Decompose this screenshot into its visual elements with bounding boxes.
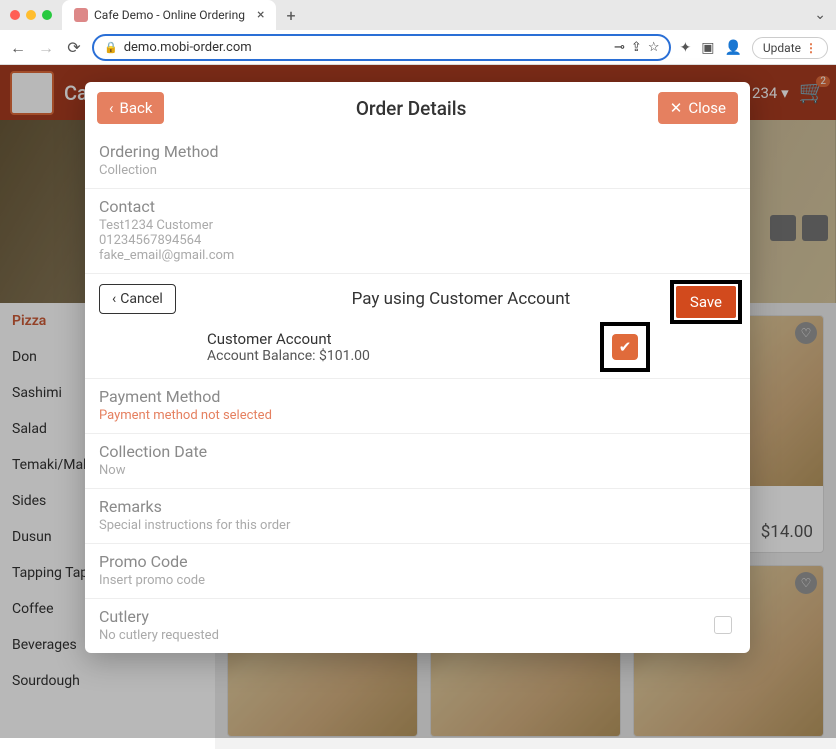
check-icon: ✔	[619, 338, 632, 356]
key-icon[interactable]: ⊸	[614, 40, 625, 55]
section-value: Special instructions for this order	[99, 518, 736, 533]
account-selected-checkbox[interactable]: ✔	[612, 334, 638, 360]
ordering-method-section[interactable]: Ordering Method Collection	[85, 134, 750, 189]
browser-tab[interactable]: Cafe Demo - Online Ordering ×	[62, 0, 276, 30]
cutlery-section[interactable]: Cutlery No cutlery requested	[85, 599, 750, 653]
share-icon[interactable]: ⇪	[631, 40, 642, 55]
favicon-icon	[74, 8, 88, 22]
tab-title: Cafe Demo - Online Ordering	[94, 8, 245, 22]
close-window-icon[interactable]	[10, 10, 20, 20]
chevron-left-icon: ‹	[112, 291, 116, 307]
save-button[interactable]: Save	[676, 286, 736, 318]
tabs-dropdown-icon[interactable]: ⌄	[804, 7, 836, 23]
panel-icon[interactable]: ▣	[701, 40, 714, 56]
promo-code-section[interactable]: Promo Code Insert promo code	[85, 544, 750, 599]
menu-dots-icon: ⋮	[805, 41, 817, 55]
section-value: Now	[99, 463, 736, 478]
section-value: Payment method not selected	[99, 408, 736, 423]
lock-icon: 🔒	[104, 41, 118, 54]
section-heading: Ordering Method	[99, 142, 736, 161]
update-button[interactable]: Update ⋮	[752, 37, 828, 59]
close-tab-icon[interactable]: ×	[257, 7, 264, 23]
remarks-section[interactable]: Remarks Special instructions for this or…	[85, 489, 750, 544]
modal-title: Order Details	[164, 97, 657, 120]
new-tab-button[interactable]: +	[276, 6, 305, 25]
window-controls	[0, 10, 62, 20]
section-heading: Promo Code	[99, 552, 736, 571]
section-heading: Collection Date	[99, 442, 736, 461]
highlight-annotation: ✔	[600, 322, 650, 372]
highlight-annotation: Save	[670, 280, 742, 324]
reload-icon[interactable]: ⟳	[64, 38, 84, 57]
maximize-window-icon[interactable]	[42, 10, 52, 20]
account-balance: Account Balance: $101.00	[207, 348, 370, 364]
pay-panel-title: Pay using Customer Account	[186, 289, 736, 309]
minimize-window-icon[interactable]	[26, 10, 36, 20]
account-label: Customer Account	[207, 330, 370, 348]
tab-bar: Cafe Demo - Online Ordering × + ⌄	[0, 0, 836, 30]
url-input[interactable]: 🔒 demo.mobi-order.com ⊸ ⇪ ☆	[92, 34, 671, 61]
cutlery-checkbox[interactable]	[714, 616, 732, 634]
section-value: Insert promo code	[99, 573, 736, 588]
section-value: No cutlery requested	[99, 628, 219, 643]
close-icon: ✕	[670, 99, 683, 117]
back-button[interactable]: ‹ Back	[97, 92, 164, 124]
star-icon[interactable]: ☆	[648, 40, 660, 55]
profile-icon[interactable]: 👤	[724, 40, 741, 56]
section-heading: Contact	[99, 197, 736, 216]
forward-icon: →	[36, 38, 56, 58]
close-button[interactable]: ✕ Close	[658, 92, 738, 124]
order-details-modal: ‹ Back Order Details ✕ Close Ordering Me…	[85, 82, 750, 653]
browser-chrome: Cafe Demo - Online Ordering × + ⌄ ← → ⟳ …	[0, 0, 836, 65]
section-heading: Remarks	[99, 497, 736, 516]
section-heading: Payment Method	[99, 387, 736, 406]
url-text: demo.mobi-order.com	[124, 40, 252, 55]
payment-method-section[interactable]: Payment Method Payment method not select…	[85, 379, 750, 434]
contact-email: fake_email@gmail.com	[99, 248, 736, 263]
back-icon[interactable]: ←	[8, 38, 28, 58]
collection-date-section[interactable]: Collection Date Now	[85, 434, 750, 489]
chevron-left-icon: ‹	[109, 99, 114, 117]
extensions-icon[interactable]: ✦	[679, 40, 691, 56]
cancel-button[interactable]: ‹ Cancel	[99, 284, 176, 314]
section-value: Collection	[99, 163, 736, 178]
customer-account-row[interactable]: Customer Account Account Balance: $101.0…	[85, 324, 750, 379]
contact-name: Test1234 Customer	[99, 218, 736, 233]
address-bar: ← → ⟳ 🔒 demo.mobi-order.com ⊸ ⇪ ☆ ✦ ▣ 👤 …	[0, 30, 836, 65]
pay-header-row: ‹ Cancel Pay using Customer Account Save	[85, 274, 750, 324]
contact-section[interactable]: Contact Test1234 Customer 01234567894564…	[85, 189, 750, 274]
section-heading: Cutlery	[99, 607, 219, 626]
contact-phone: 01234567894564	[99, 233, 736, 248]
